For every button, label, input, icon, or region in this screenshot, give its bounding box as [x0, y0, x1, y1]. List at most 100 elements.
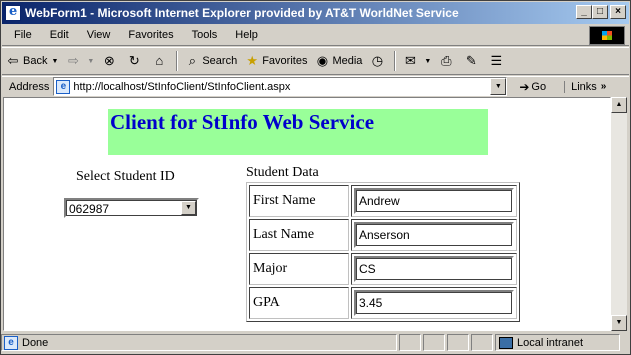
- page-icon: e: [56, 79, 71, 94]
- status-bar: e Done Local intranet: [1, 333, 628, 352]
- minimize-button[interactable]: _: [576, 5, 592, 19]
- status-pane: [471, 334, 493, 351]
- zone-text: Local intranet: [517, 336, 584, 349]
- page-content: Client for StInfo Web Service Select Stu…: [3, 97, 611, 331]
- major-label: Major: [249, 253, 349, 285]
- back-arrow-icon: ⇦: [7, 53, 19, 68]
- windows-logo-icon: [589, 26, 625, 45]
- address-url[interactable]: http://localhost/StInfoClient/StInfoClie…: [73, 81, 290, 93]
- scroll-down-icon[interactable]: ▼: [611, 315, 627, 331]
- security-zone: Local intranet: [495, 334, 620, 351]
- address-bar: Address e http://localhost/StInfoClient/…: [2, 76, 629, 96]
- window-controls: _ □ ×: [576, 5, 626, 19]
- menu-help[interactable]: Help: [225, 29, 266, 41]
- mail-icon: ✉: [404, 53, 416, 68]
- favorites-star-icon: ★: [246, 53, 259, 68]
- status-pane: [399, 334, 421, 351]
- student-data-label: Student Data: [246, 165, 319, 180]
- table-row: First Name Andrew: [249, 185, 517, 217]
- mail-dropdown-icon[interactable]: ▼: [424, 58, 431, 65]
- student-id-select[interactable]: 062987 ▼: [64, 198, 199, 218]
- address-label: Address: [9, 80, 50, 93]
- window-title: WebForm1 - Microsoft Internet Explorer p…: [25, 6, 459, 20]
- scroll-up-icon[interactable]: ▲: [611, 97, 627, 113]
- links-label: Links: [571, 80, 597, 93]
- edit-button[interactable]: ✎: [460, 50, 485, 72]
- page-title: Client for StInfo Web Service: [110, 110, 375, 134]
- stop-button[interactable]: ⊗: [98, 50, 123, 72]
- links-button[interactable]: Links »: [564, 80, 607, 93]
- maximize-button[interactable]: □: [592, 5, 608, 19]
- back-dropdown-icon[interactable]: ▼: [51, 58, 58, 65]
- history-icon: ◷: [371, 53, 384, 68]
- mail-button[interactable]: ✉ ▼: [399, 50, 435, 72]
- refresh-icon: ↻: [128, 53, 140, 68]
- search-icon: ⌕: [188, 53, 196, 68]
- intranet-zone-icon: [499, 336, 513, 349]
- media-button[interactable]: ◉ Media: [311, 50, 366, 72]
- last-name-field[interactable]: Anserson: [354, 222, 514, 248]
- menu-edit[interactable]: Edit: [40, 29, 77, 41]
- status-text: Done: [22, 336, 49, 349]
- toolbar-separator: [394, 51, 397, 71]
- go-button[interactable]: ➔ Go: [519, 80, 546, 94]
- last-name-cell: Anserson: [351, 219, 517, 251]
- first-name-cell: Andrew: [351, 185, 517, 217]
- student-data-table: First Name Andrew Last Name Anserson Maj…: [246, 182, 520, 322]
- gpa-label: GPA: [249, 287, 349, 319]
- forward-arrow-icon: ⇨: [67, 53, 79, 68]
- select-student-label: Select Student ID: [76, 169, 175, 184]
- media-icon: ◉: [316, 53, 329, 68]
- search-button[interactable]: ⌕ Search: [181, 50, 241, 72]
- forward-button[interactable]: ⇨ ▼: [62, 50, 98, 72]
- menu-view[interactable]: View: [77, 29, 119, 41]
- ie-logo-icon: [5, 4, 21, 21]
- menu-bar: File Edit View Favorites Tools Help: [2, 25, 629, 46]
- status-pane: [423, 334, 445, 351]
- favorites-label: Favorites: [262, 55, 308, 67]
- back-button[interactable]: ⇦ Back ▼: [2, 50, 62, 72]
- chevron-right-icon: »: [600, 81, 607, 92]
- table-row: GPA 3.45: [249, 287, 517, 319]
- first-name-label: First Name: [249, 185, 349, 217]
- go-label: Go: [531, 80, 547, 93]
- menu-favorites[interactable]: Favorites: [118, 29, 181, 41]
- first-name-field[interactable]: Andrew: [354, 188, 514, 214]
- heading-banner: Client for StInfo Web Service: [108, 109, 488, 155]
- search-label: Search: [202, 55, 238, 67]
- table-row: Major CS: [249, 253, 517, 285]
- forward-dropdown-icon[interactable]: ▼: [87, 58, 94, 65]
- stop-icon: ⊗: [103, 53, 115, 68]
- edit-icon: ✎: [465, 53, 477, 68]
- printer-icon: ⎙: [441, 53, 452, 68]
- address-dropdown-icon[interactable]: ▼: [490, 78, 507, 95]
- table-row: Last Name Anserson: [249, 219, 517, 251]
- refresh-button[interactable]: ↻: [123, 50, 148, 72]
- address-input[interactable]: e http://localhost/StInfoClient/StInfoCl…: [53, 77, 508, 96]
- menu-tools[interactable]: Tools: [182, 29, 226, 41]
- standard-toolbar: ⇦ Back ▼ ⇨ ▼ ⊗ ↻ ⌂ ⌕ Search ★ Favorites …: [2, 47, 629, 75]
- page-done-icon: e: [4, 335, 18, 350]
- back-label: Back: [23, 55, 48, 67]
- media-label: Media: [332, 55, 363, 67]
- print-button[interactable]: ⎙: [435, 50, 460, 72]
- close-button[interactable]: ×: [610, 5, 626, 19]
- status-main: e Done: [1, 334, 397, 351]
- major-cell: CS: [351, 253, 517, 285]
- menu-file[interactable]: File: [2, 29, 40, 41]
- home-button[interactable]: ⌂: [148, 50, 173, 72]
- favorites-button[interactable]: ★ Favorites: [241, 50, 311, 72]
- vertical-scrollbar[interactable]: ▲ ▼: [611, 97, 627, 331]
- title-bar[interactable]: WebForm1 - Microsoft Internet Explorer p…: [2, 2, 629, 24]
- discuss-button[interactable]: ☰: [485, 50, 510, 72]
- last-name-label: Last Name: [249, 219, 349, 251]
- history-button[interactable]: ◷: [366, 50, 391, 72]
- selected-student-id: 062987: [69, 202, 110, 216]
- toolbar-separator: [176, 51, 179, 71]
- chevron-down-icon[interactable]: ▼: [181, 201, 196, 215]
- gpa-cell: 3.45: [351, 287, 517, 319]
- major-field[interactable]: CS: [354, 256, 514, 282]
- home-icon: ⌂: [155, 53, 164, 68]
- go-arrow-icon: ➔: [519, 79, 530, 94]
- gpa-field[interactable]: 3.45: [354, 290, 514, 316]
